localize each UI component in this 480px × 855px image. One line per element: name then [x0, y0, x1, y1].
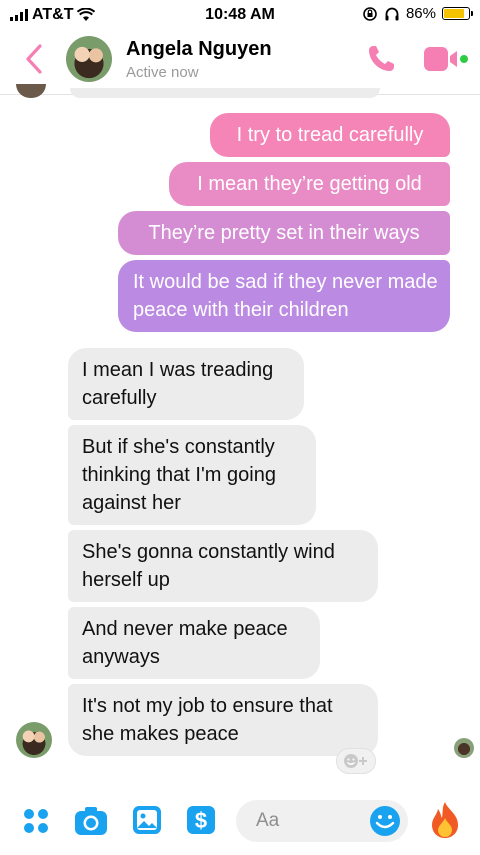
emoji-icon[interactable]	[368, 804, 402, 838]
status-bar: AT&T 10:48 AM 86%	[0, 0, 480, 28]
more-actions-icon[interactable]	[22, 806, 50, 836]
camera-icon[interactable]	[74, 806, 108, 836]
photo-gallery-icon[interactable]	[132, 805, 162, 835]
battery-percent: 86%	[405, 5, 436, 22]
smiley-plus-icon	[344, 754, 367, 768]
add-reaction-button[interactable]	[336, 748, 376, 774]
headphones-icon	[385, 7, 399, 20]
sent-message[interactable]: I try to tread carefully	[210, 113, 450, 157]
video-call-icon[interactable]	[422, 44, 470, 76]
sent-message[interactable]: They’re pretty set in their ways	[118, 211, 450, 255]
read-receipt-avatar	[454, 738, 474, 758]
sent-message[interactable]: It would be sad if they never made peace…	[118, 260, 450, 332]
battery-icon	[442, 7, 473, 20]
received-message[interactable]: And never make peace anyways	[68, 607, 320, 679]
contact-avatar[interactable]	[66, 36, 112, 82]
received-message[interactable]: It's not my job to ensure that she makes…	[68, 684, 378, 756]
fire-emoji-icon[interactable]	[428, 800, 462, 840]
phone-icon[interactable]	[364, 42, 398, 76]
previous-avatar-partial	[16, 84, 46, 98]
contact-name[interactable]: Angela Nguyen	[126, 38, 272, 61]
previous-message-partial	[70, 88, 380, 98]
svg-text:$: $	[195, 808, 207, 833]
received-message[interactable]: She's gonna constantly wind herself up	[68, 530, 378, 602]
payment-icon[interactable]: $	[186, 805, 216, 835]
orientation-lock-icon	[363, 6, 377, 21]
received-message[interactable]: I mean I was treading carefully	[68, 348, 304, 420]
conversation-header: Angela Nguyen Active now	[0, 28, 480, 95]
status-right: 86%	[362, 5, 473, 22]
received-message[interactable]: But if she's constantly thinking that I'…	[68, 425, 316, 525]
sent-message[interactable]: I mean they’re getting old	[169, 162, 450, 206]
presence-status: Active now	[126, 64, 199, 81]
sender-avatar[interactable]	[16, 722, 52, 758]
back-chevron-icon[interactable]	[20, 42, 48, 76]
